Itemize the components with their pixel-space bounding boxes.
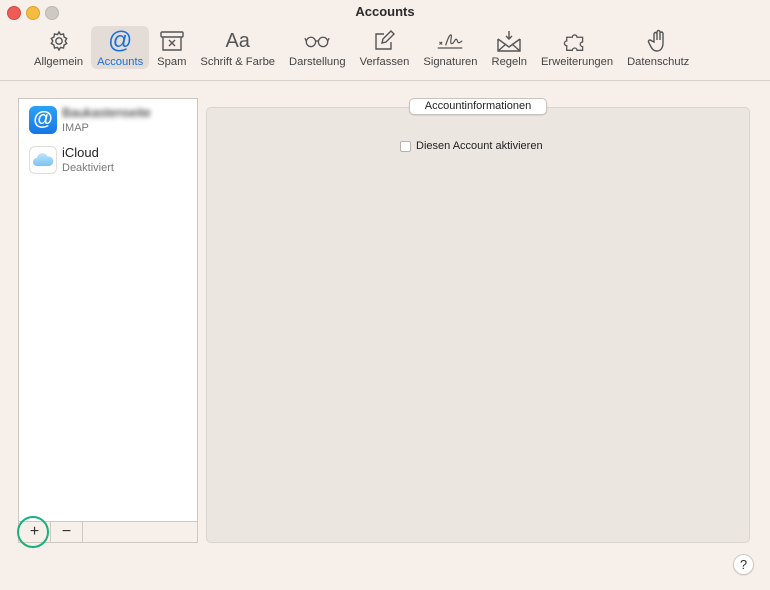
at-icon: @ [29,106,57,134]
at-icon: @ [107,27,133,54]
account-list: @ Baukastenseite IMAP iCloud Deaktiviert [18,98,198,522]
account-name: iCloud [62,145,99,160]
tab-label: Erweiterungen [540,56,614,68]
gear-icon [45,29,73,53]
tab-accounts[interactable]: @ Accounts [91,26,150,69]
font-icon: Aa [225,30,250,52]
tab-accountinformationen[interactable]: Accountinformationen [409,98,547,115]
tab-label: Schrift & Farbe [200,56,276,68]
enable-account-checkbox[interactable] [400,140,411,152]
tab-label: Allgemein [34,56,84,68]
glasses-icon [303,29,331,53]
titlebar: Accounts Allgemein @ Accounts Spam Aa Sc… [0,0,770,81]
junk-icon [158,29,186,53]
tab-spam[interactable]: Spam [151,26,192,69]
enable-account-label[interactable]: Diesen Account aktivieren [416,140,543,152]
tab-label: Datenschutz [627,56,690,68]
tab-schrift-farbe[interactable]: Aa Schrift & Farbe [194,26,281,69]
signature-icon [436,29,464,53]
preferences-toolbar: Allgemein @ Accounts Spam Aa Schrift & F… [28,26,697,72]
tab-label: Verfassen [359,56,410,68]
tab-allgemein[interactable]: Allgemein [28,26,89,69]
puzzle-icon [563,29,591,53]
list-item-account-imap[interactable]: @ Baukastenseite IMAP [29,105,194,141]
list-item-account-icloud[interactable]: iCloud Deaktiviert [29,145,194,181]
accounts-pane: @ Baukastenseite IMAP iCloud Deaktiviert… [0,81,770,590]
hand-icon [644,29,672,53]
enable-account-row[interactable]: Diesen Account aktivieren [400,140,543,152]
tab-label: Accounts [97,56,144,68]
tab-label: Spam [157,56,187,68]
account-name: Baukastenseite [62,105,151,120]
tab-signaturen[interactable]: Signaturen [417,26,483,69]
help-button[interactable]: ? [733,554,754,575]
account-status: Deaktiviert [62,162,114,174]
tab-darstellung[interactable]: Darstellung [283,26,352,69]
remove-account-button[interactable]: − [51,522,83,542]
account-type: IMAP [62,122,89,134]
tab-label: Regeln [491,56,527,68]
preferences-window: Accounts Allgemein @ Accounts Spam Aa Sc… [0,0,770,590]
account-details-panel [206,107,750,543]
compose-icon [370,29,398,53]
tab-regeln[interactable]: Regeln [486,26,533,69]
rules-icon [495,29,523,53]
tab-erweiterungen[interactable]: Erweiterungen [535,26,619,69]
tab-verfassen[interactable]: Verfassen [354,26,416,69]
highlight-ring [17,516,49,548]
tab-label: Darstellung [289,56,346,68]
cloud-icon [29,146,57,174]
tab-datenschutz[interactable]: Datenschutz [621,26,695,69]
window-title: Accounts [355,4,415,19]
tab-label: Signaturen [423,56,478,68]
